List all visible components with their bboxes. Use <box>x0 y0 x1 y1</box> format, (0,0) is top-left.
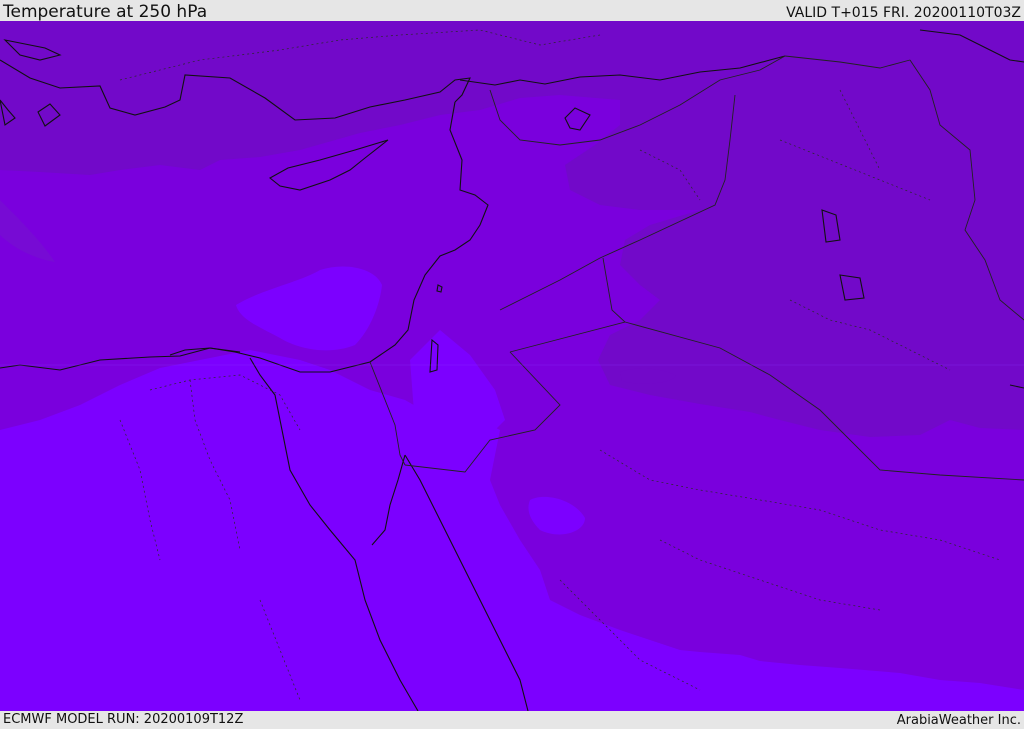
header-bar: Temperature at 250 hPa VALID T+015 FRI. … <box>0 0 1024 21</box>
map-title: Temperature at 250 hPa <box>3 2 208 22</box>
temperature-map[interactable] <box>0 21 1024 711</box>
model-run: ECMWF MODEL RUN: 20200109T12Z <box>3 712 244 727</box>
credit-label: ArabiaWeather Inc. <box>896 713 1021 728</box>
footer-bar: ECMWF MODEL RUN: 20200109T12Z ArabiaWeat… <box>0 711 1024 729</box>
valid-time: VALID T+015 FRI. 20200110T03Z <box>786 5 1021 21</box>
